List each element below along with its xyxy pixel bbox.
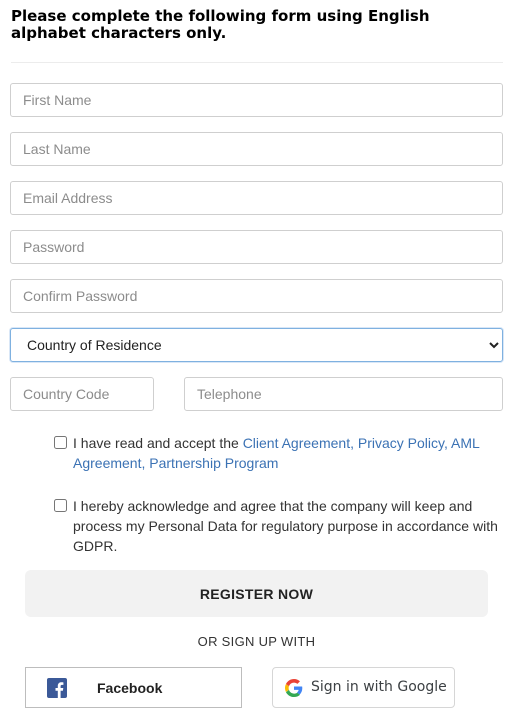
facebook-label: Facebook [97,680,163,696]
facebook-signup-button[interactable]: Facebook [25,667,242,708]
google-icon [285,679,303,697]
confirm-password-input[interactable] [10,279,503,313]
first-name-input[interactable] [10,83,503,117]
gdpr-consent: I hereby acknowledge and agree that the … [54,496,504,558]
partnership-program-link[interactable]: Partnership Program [149,455,278,471]
email-input[interactable] [10,181,503,215]
gdpr-text: I hereby acknowledge and agree that the … [73,498,498,554]
privacy-policy-link[interactable]: Privacy Policy [358,435,444,451]
gdpr-checkbox[interactable] [54,499,67,512]
country-code-input[interactable] [10,377,154,411]
agreement-prefix: I have read and accept the [73,435,243,451]
or-sign-up-label: OR SIGN UP WITH [197,634,316,649]
register-now-button[interactable]: REGISTER NOW [25,570,488,617]
separator: , [350,435,358,451]
divider [11,62,503,63]
form-heading: Please complete the following form using… [11,7,430,42]
agreement-consent: I have read and accept the Client Agreem… [54,433,504,475]
agreement-text: I have read and accept the Client Agreem… [73,433,503,473]
telephone-input[interactable] [184,377,503,411]
google-label: Sign in with Google [311,679,447,695]
password-input[interactable] [10,230,503,264]
google-signin-button[interactable]: Sign in with Google [272,667,455,708]
client-agreement-link[interactable]: Client Agreement [243,435,350,451]
country-of-residence-select[interactable]: Country of Residence [10,328,503,362]
last-name-input[interactable] [10,132,503,166]
separator: , [443,435,451,451]
agreement-checkbox[interactable] [54,436,67,449]
facebook-icon [47,678,67,698]
